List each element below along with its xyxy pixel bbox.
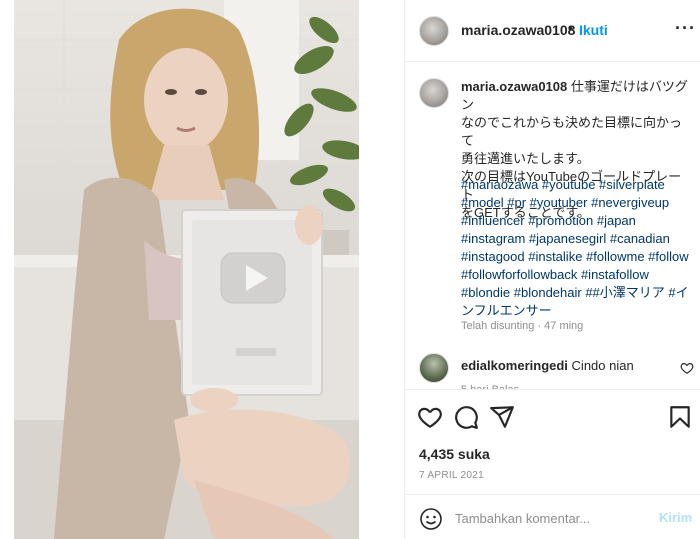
edited-timestamp: Telah disunting · 47 ming [461,320,584,332]
caption-line: 勇往邁進いたします。 [461,151,590,166]
author-avatar[interactable] [419,16,449,46]
follow-button[interactable]: Ikuti [579,22,608,38]
caption-line: なのでこれからも決めた目標に向かって [461,115,683,148]
bookmark-icon[interactable] [667,404,693,430]
like-count[interactable]: 4,435 suka [419,446,490,462]
smiley-icon[interactable] [419,507,443,531]
commenter-username[interactable]: edialkomeringedi [461,358,568,373]
more-options-button[interactable]: ··· [675,18,696,39]
post-header: maria.ozawa0108 • Ikuti ··· [405,0,700,62]
comment-icon[interactable] [453,404,479,430]
heart-icon[interactable] [417,404,443,430]
comment-body: Cindo nian [571,358,634,373]
post-comment-button[interactable]: Kirim [659,510,692,525]
action-bar: 4,435 suka 7 APRIL 2021 Kirim [405,389,700,539]
header-separator: • [568,20,573,36]
post-image [14,0,359,539]
instagram-post-view: maria.ozawa0108 • Ikuti ··· maria.ozawa0… [0,0,700,539]
post-sidebar: maria.ozawa0108 • Ikuti ··· maria.ozawa0… [404,0,700,539]
comment-item: edialkomeringedi Cindo nian 5 hari Balas [405,349,700,390]
post-date: 7 APRIL 2021 [419,470,484,481]
comment-input[interactable] [455,507,641,529]
comment-text: edialkomeringedi Cindo nian [461,358,634,373]
small-heart-icon[interactable] [680,361,694,375]
caption-username[interactable]: maria.ozawa0108 [461,79,567,94]
caption-section: maria.ozawa0108 仕事運だけはバツグン なのでこれからも決めた目標… [405,62,700,388]
post-photo[interactable] [14,0,359,539]
caption-hashtags[interactable]: #mariaozawa #youtube #silverplate #model… [461,176,693,320]
caption-avatar[interactable] [419,78,449,108]
author-username[interactable]: maria.ozawa0108 [461,22,575,38]
add-comment-bar: Kirim [405,494,700,539]
commenter-avatar[interactable] [419,353,449,383]
send-icon[interactable] [489,404,515,430]
